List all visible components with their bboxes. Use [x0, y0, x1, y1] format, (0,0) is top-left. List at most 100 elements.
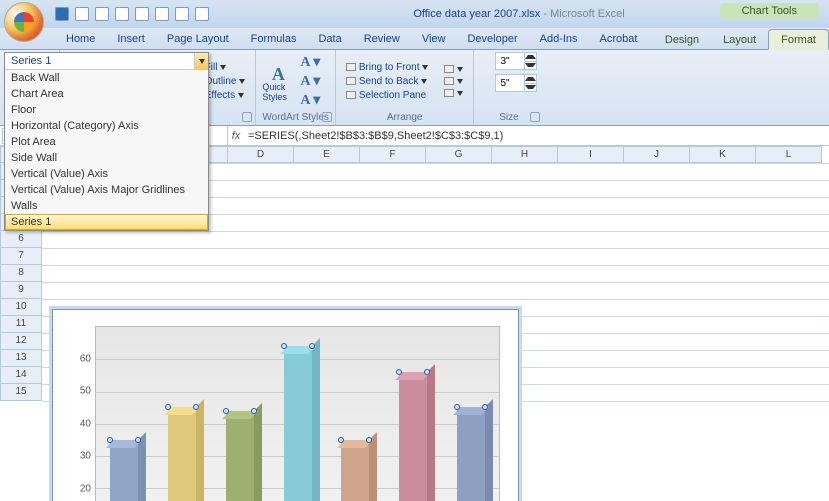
text-outline-button[interactable]: A ▾: [300, 73, 320, 90]
dropdown-item[interactable]: Series 1: [5, 214, 208, 230]
bar[interactable]: [168, 407, 196, 501]
dropdown-toggle[interactable]: [194, 53, 208, 70]
dropdown-item[interactable]: Vertical (Value) Axis: [5, 166, 208, 182]
send-back-icon: [346, 77, 356, 85]
row-header[interactable]: 11: [0, 316, 42, 333]
rotate-icon: [444, 89, 454, 97]
dropdown-item[interactable]: Plot Area: [5, 134, 208, 150]
qat-icon[interactable]: [195, 7, 209, 21]
selection-handle[interactable]: [396, 369, 402, 375]
dialog-launcher-icon[interactable]: [242, 112, 252, 122]
tab-add-ins[interactable]: Add-Ins: [529, 28, 589, 49]
tab-data[interactable]: Data: [307, 28, 352, 49]
bring-to-front-button[interactable]: Bring to Front: [342, 61, 433, 74]
row-header[interactable]: 7: [0, 248, 42, 265]
dropdown-item[interactable]: Walls: [5, 198, 208, 214]
qat-icon[interactable]: [135, 7, 149, 21]
row-header[interactable]: 8: [0, 265, 42, 282]
bar[interactable]: [110, 440, 138, 501]
selection-handle[interactable]: [281, 343, 287, 349]
send-to-back-button[interactable]: Send to Back: [342, 75, 433, 88]
row-header[interactable]: 9: [0, 282, 42, 299]
quick-styles-button[interactable]: AQuick Styles: [262, 66, 294, 96]
chart-element-dropdown[interactable]: Series 1 Back WallChart AreaFloorHorizon…: [4, 52, 209, 231]
row-header[interactable]: 12: [0, 333, 42, 350]
office-button[interactable]: [4, 2, 44, 42]
group-button[interactable]: [440, 76, 467, 86]
column-header[interactable]: E: [294, 146, 360, 163]
group-label: Size: [480, 110, 537, 123]
bar[interactable]: [226, 411, 254, 501]
qat-save-icon[interactable]: [55, 7, 69, 21]
titlebar: Office data year 2007.xlsx - Microsoft E…: [0, 0, 829, 28]
width-icon: [480, 78, 492, 88]
selection-handle[interactable]: [135, 437, 141, 443]
height-input[interactable]: [495, 52, 537, 70]
spin-down-icon[interactable]: [525, 62, 536, 70]
tab-insert[interactable]: Insert: [106, 28, 156, 49]
column-header[interactable]: F: [360, 146, 426, 163]
row-header[interactable]: 6: [0, 231, 42, 248]
bar[interactable]: [399, 372, 427, 501]
dropdown-item[interactable]: Back Wall: [5, 70, 208, 86]
spin-up-icon[interactable]: [525, 75, 536, 84]
qat-redo-icon[interactable]: [95, 7, 109, 21]
column-header[interactable]: I: [558, 146, 624, 163]
column-header[interactable]: D: [228, 146, 294, 163]
qat-undo-icon[interactable]: [75, 7, 89, 21]
bar[interactable]: [457, 407, 485, 501]
tab-design[interactable]: Design: [653, 30, 711, 49]
group-label: WordArt Styles: [262, 110, 329, 123]
rotate-button[interactable]: [440, 88, 467, 98]
align-button[interactable]: [440, 64, 467, 74]
formula-input[interactable]: =SERIES(,Sheet2!$B$3:$B$9,Sheet2!$C$3:$C…: [244, 130, 829, 142]
row-header[interactable]: 14: [0, 367, 42, 384]
selection-handle[interactable]: [424, 369, 430, 375]
tab-home[interactable]: Home: [55, 28, 106, 49]
dropdown-item[interactable]: Vertical (Value) Axis Major Gridlines: [5, 182, 208, 198]
fx-icon[interactable]: fx: [228, 130, 244, 142]
tab-developer[interactable]: Developer: [456, 28, 528, 49]
size-group: Size: [474, 50, 543, 125]
column-header[interactable]: L: [756, 146, 822, 163]
column-header[interactable]: H: [492, 146, 558, 163]
bar[interactable]: [341, 440, 369, 501]
selection-handle[interactable]: [251, 408, 257, 414]
tab-formulas[interactable]: Formulas: [240, 28, 308, 49]
text-effects-button[interactable]: A ▾: [300, 92, 320, 109]
text-fill-button[interactable]: A ▾: [300, 54, 320, 71]
tab-page-layout[interactable]: Page Layout: [156, 28, 240, 49]
row-header[interactable]: 13: [0, 350, 42, 367]
tab-format[interactable]: Format: [768, 29, 829, 50]
chevron-down-icon: [421, 79, 427, 84]
tab-view[interactable]: View: [411, 28, 457, 49]
qat-icon[interactable]: [115, 7, 129, 21]
dropdown-item[interactable]: Horizontal (Category) Axis: [5, 118, 208, 134]
dropdown-item[interactable]: Floor: [5, 102, 208, 118]
dropdown-item[interactable]: Chart Area: [5, 86, 208, 102]
qat-icon[interactable]: [155, 7, 169, 21]
selection-handle[interactable]: [107, 437, 113, 443]
column-header[interactable]: G: [426, 146, 492, 163]
tab-review[interactable]: Review: [353, 28, 411, 49]
selection-handle[interactable]: [223, 408, 229, 414]
spin-down-icon[interactable]: [525, 84, 536, 92]
spin-up-icon[interactable]: [525, 53, 536, 62]
selection-handle[interactable]: [309, 343, 315, 349]
arrange-group: Bring to Front Send to Back Selection Pa…: [336, 50, 475, 125]
quick-access-toolbar: [55, 7, 209, 21]
tab-acrobat[interactable]: Acrobat: [589, 28, 649, 49]
column-header[interactable]: J: [624, 146, 690, 163]
column-header[interactable]: K: [690, 146, 756, 163]
tab-layout[interactable]: Layout: [711, 30, 768, 49]
bar[interactable]: [284, 346, 312, 501]
row-header[interactable]: 10: [0, 299, 42, 316]
dropdown-item[interactable]: Side Wall: [5, 150, 208, 166]
row-header[interactable]: 15: [0, 384, 42, 401]
dialog-launcher-icon[interactable]: [322, 112, 332, 122]
embedded-chart[interactable]: 0102030405060 SamBillJamesMikePeteSimonJ…: [52, 309, 519, 501]
selection-pane-button[interactable]: Selection Pane: [342, 89, 433, 102]
qat-icon[interactable]: [175, 7, 189, 21]
dialog-launcher-icon[interactable]: [530, 112, 540, 122]
width-input[interactable]: [495, 74, 537, 92]
